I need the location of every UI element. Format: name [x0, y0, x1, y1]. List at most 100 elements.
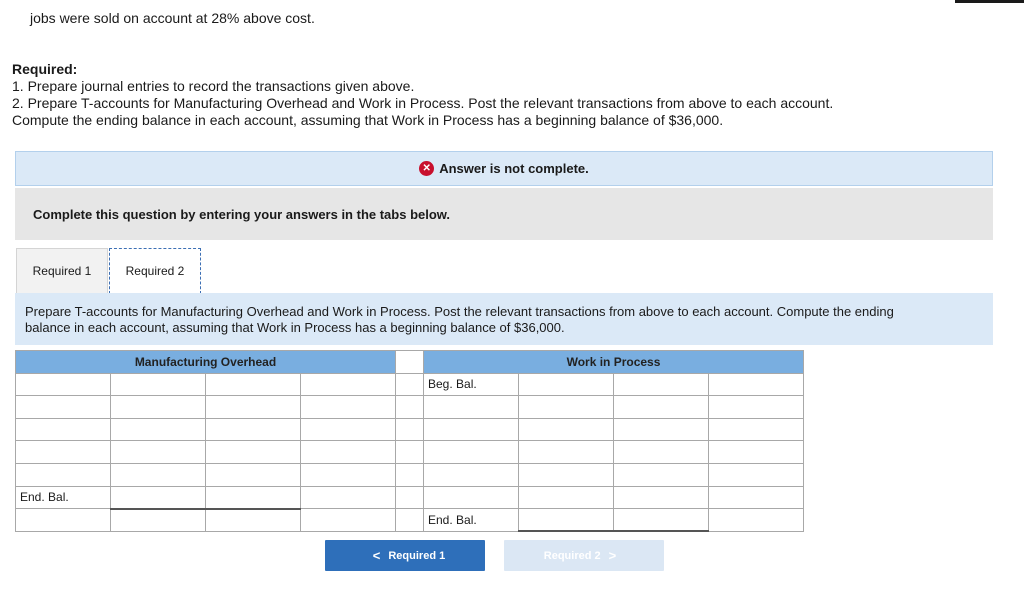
mo-debit-label-input[interactable] — [15, 372, 111, 397]
wip-credit-amount-input[interactable] — [708, 485, 804, 510]
wip-credit-label-input[interactable] — [613, 440, 709, 464]
answer-status-banner: ✕ Answer is not complete. — [15, 151, 993, 186]
wip-debit-label-input[interactable] — [423, 485, 519, 510]
mo-end-bal-credit-label-input[interactable] — [205, 485, 301, 510]
mo-credit-amount-input[interactable] — [300, 417, 396, 442]
tab-required-2[interactable]: Required 2 — [109, 248, 201, 294]
wip-credit-label-input[interactable] — [613, 395, 709, 419]
mo-credit-label-input[interactable] — [205, 417, 301, 442]
prev-required-1-button[interactable]: < Required 1 — [325, 540, 485, 571]
t-accounts-table: Manufacturing Overhead Work in Process B… — [15, 350, 804, 533]
chevron-left-icon: < — [372, 548, 381, 563]
t-account-row — [15, 417, 804, 442]
prev-button-label: Required 1 — [388, 549, 446, 562]
t-account-row — [15, 395, 804, 419]
separator-cell — [395, 462, 424, 487]
mo-debit-label-input[interactable] — [15, 440, 111, 464]
mo-debit-amount-input[interactable] — [110, 440, 206, 464]
mo-debit-label-input[interactable] — [15, 462, 111, 487]
mo-debit-amount-input[interactable] — [110, 395, 206, 419]
wip-debit-label-input[interactable] — [423, 417, 519, 442]
mo-credit-label-input[interactable] — [205, 440, 301, 464]
mo-credit-amount-input[interactable] — [300, 462, 396, 487]
separator-cell — [395, 417, 424, 442]
mo-credit-label-input[interactable] — [205, 462, 301, 487]
wip-debit-amount-input[interactable] — [518, 440, 614, 464]
mo-blank-cell[interactable] — [205, 508, 301, 532]
mo-debit-amount-input[interactable] — [110, 462, 206, 487]
wip-debit-label-input[interactable] — [423, 462, 519, 487]
x-circle-icon: ✕ — [419, 161, 435, 176]
mo-credit-label-input[interactable] — [205, 372, 301, 397]
wip-end-bal-label: End. Bal. — [423, 508, 519, 532]
required-line-1: 1. Prepare journal entries to record the… — [12, 78, 415, 94]
separator-cell — [395, 395, 424, 419]
separator-cell — [395, 440, 424, 464]
mo-end-bal-credit-amount-input[interactable] — [300, 485, 396, 510]
mo-blank-cell[interactable] — [110, 508, 206, 532]
separator-cell — [395, 372, 424, 397]
wip-debit-amount-input[interactable] — [518, 417, 614, 442]
wip-credit-label-input[interactable] — [613, 485, 709, 510]
manufacturing-overhead-title: Manufacturing Overhead — [15, 350, 396, 374]
intro-text: jobs were sold on account at 28% above c… — [30, 10, 315, 26]
mo-end-bal-label: End. Bal. — [15, 485, 111, 510]
mo-credit-amount-input[interactable] — [300, 440, 396, 464]
mo-credit-amount-input[interactable] — [300, 395, 396, 419]
tab-required-1-label: Required 1 — [32, 264, 92, 278]
wip-debit-label-input[interactable] — [423, 440, 519, 464]
wip-credit-label-input[interactable] — [613, 417, 709, 442]
mo-end-bal-row: End. Bal. — [15, 485, 804, 510]
mo-debit-amount-input[interactable] — [110, 372, 206, 397]
wip-end-bal-row: End. Bal. — [15, 508, 804, 533]
required-heading: Required: — [12, 61, 78, 77]
required-line-3: Compute the ending balance in each accou… — [12, 112, 724, 128]
t-account-header-row: Manufacturing Overhead Work in Process — [15, 350, 804, 374]
t-account-row — [15, 462, 804, 487]
prompt-line-2: balance in each account, assuming that W… — [25, 320, 565, 335]
mo-debit-amount-input[interactable] — [110, 417, 206, 442]
wip-end-bal-amount-input[interactable] — [518, 508, 614, 533]
top-edge-bar — [955, 0, 1024, 3]
wip-debit-amount-input[interactable] — [518, 462, 614, 487]
mo-debit-label-input[interactable] — [15, 417, 111, 442]
next-button-label: Required 2 — [543, 549, 601, 562]
mo-end-bal-amount-input[interactable] — [110, 485, 206, 510]
t-account-row — [15, 440, 804, 464]
tab-required-2-label: Required 2 — [125, 264, 185, 278]
prompt-line-1: Prepare T-accounts for Manufacturing Ove… — [25, 304, 894, 319]
t-account-row: Beg. Bal. — [15, 372, 804, 397]
wip-debit-amount-input[interactable] — [518, 485, 614, 510]
required-section: Required: 1. Prepare journal entries to … — [12, 61, 833, 129]
wip-end-bal-credit-amount-input[interactable] — [708, 508, 804, 532]
separator-cell — [395, 508, 424, 532]
wip-credit-amount-input[interactable] — [708, 462, 804, 487]
wip-credit-amount-input[interactable] — [708, 395, 804, 419]
wip-credit-label-input[interactable] — [613, 462, 709, 487]
wip-end-bal-credit-label-input[interactable] — [613, 508, 709, 533]
mo-credit-label-input[interactable] — [205, 395, 301, 419]
wip-credit-label-input[interactable] — [613, 372, 709, 397]
mo-blank-cell[interactable] — [15, 508, 111, 532]
separator-cell — [395, 350, 424, 374]
wip-beg-bal-label: Beg. Bal. — [423, 372, 519, 397]
required-line-2: 2. Prepare T-accounts for Manufacturing … — [12, 95, 834, 111]
work-in-process-title: Work in Process — [423, 350, 804, 374]
wip-debit-label-input[interactable] — [423, 395, 519, 419]
separator-cell — [395, 485, 424, 510]
wip-beg-bal-amount-input[interactable] — [518, 372, 614, 397]
wip-credit-amount-input[interactable] — [708, 372, 804, 397]
mo-credit-amount-input[interactable] — [300, 372, 396, 397]
chevron-right-icon: > — [608, 548, 617, 563]
answer-status-text: Answer is not complete. — [439, 161, 589, 176]
question-prompt: Prepare T-accounts for Manufacturing Ove… — [15, 293, 993, 345]
wip-credit-amount-input[interactable] — [708, 440, 804, 464]
mo-debit-label-input[interactable] — [15, 395, 111, 419]
instruction-text: Complete this question by entering your … — [33, 206, 451, 222]
instruction-box: Complete this question by entering your … — [15, 188, 993, 240]
wip-credit-amount-input[interactable] — [708, 417, 804, 442]
wip-debit-amount-input[interactable] — [518, 395, 614, 419]
tab-required-1[interactable]: Required 1 — [16, 248, 108, 293]
next-required-2-button[interactable]: Required 2 > — [504, 540, 664, 571]
mo-blank-cell[interactable] — [300, 508, 396, 532]
